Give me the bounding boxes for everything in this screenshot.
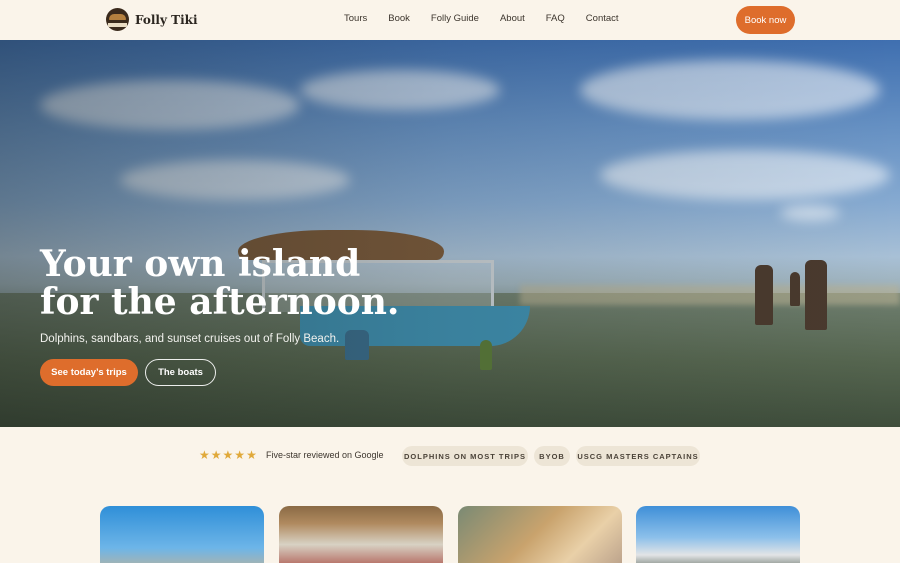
see-todays-trips-button[interactable]: See today’s trips (40, 359, 138, 386)
badge-byob: BYOB (534, 446, 570, 466)
star-icon: ★ (234, 448, 246, 462)
tour-card-image[interactable] (458, 506, 622, 563)
book-now-button[interactable]: Book now (736, 6, 795, 34)
badge-uscg-captains: USCG MASTERS CAPTAINS (576, 446, 700, 466)
brand-name: Folly Tiki (135, 12, 198, 27)
hero-title-line-2: for the afternoon. (40, 281, 400, 323)
main-nav: Tours Book Folly Guide About FAQ Contact (344, 13, 640, 24)
star-rating: ★ ★ ★ ★ ★ (199, 449, 258, 461)
trust-bar: ★ ★ ★ ★ ★ Five-star reviewed on Google D… (0, 446, 900, 466)
nav-contact[interactable]: Contact (586, 13, 619, 24)
star-icon: ★ (246, 448, 257, 462)
hero-subtitle: Dolphins, sandbars, and sunset cruises o… (40, 333, 340, 345)
nav-folly-guide[interactable]: Folly Guide (431, 13, 479, 24)
tour-card-image[interactable] (636, 506, 800, 563)
rating-text: Five-star reviewed on Google (266, 450, 384, 460)
nav-about[interactable]: About (500, 13, 525, 24)
nav-faq[interactable]: FAQ (546, 13, 565, 24)
star-icon: ★ (222, 448, 234, 462)
the-boats-button[interactable]: The boats (145, 359, 216, 386)
badge-dolphins: DOLPHINS ON MOST TRIPS (402, 446, 528, 466)
tiki-logo-icon (106, 8, 129, 31)
hero-section: Your own island for the afternoon. Dolph… (0, 40, 900, 427)
tour-card-image[interactable] (279, 506, 443, 563)
tour-card-image[interactable] (100, 506, 264, 563)
nav-book[interactable]: Book (388, 13, 410, 24)
hero-title-line-1: Your own island (40, 243, 361, 285)
brand-logo[interactable]: Folly Tiki (106, 8, 198, 31)
star-icon: ★ (199, 448, 210, 462)
star-icon: ★ (210, 448, 222, 462)
nav-tours[interactable]: Tours (344, 13, 367, 24)
site-header: Folly Tiki Tours Book Folly Guide About … (0, 0, 900, 40)
hero-title: Your own island for the afternoon. (40, 245, 399, 321)
